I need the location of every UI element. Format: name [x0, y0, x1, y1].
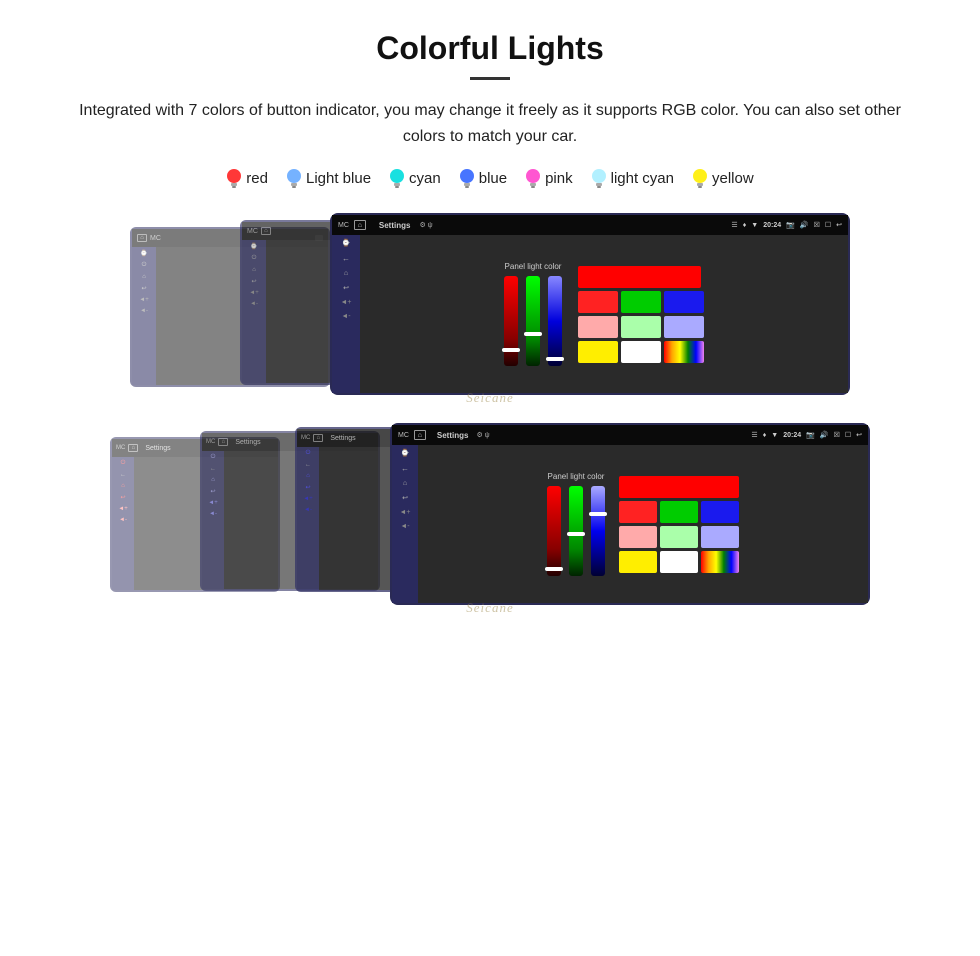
device-bottom-front: MC ⌂ Settings ⚙ ψ ☰ ♦ ▼ 20:24 📷 🔊 ☒ ☐: [390, 423, 870, 605]
color-item-yellow: yellow: [692, 167, 754, 189]
color-label-lightcyan: light cyan: [611, 170, 674, 187]
watermark-top: Seicane: [466, 390, 513, 406]
color-label-lightblue: Light blue: [306, 170, 371, 187]
color-label-cyan: cyan: [409, 170, 441, 187]
watermark-bottom: Seicane: [466, 600, 513, 616]
color-item-blue: blue: [459, 167, 507, 189]
page-description: Integrated with 7 colors of button indic…: [60, 98, 920, 149]
color-label-yellow: yellow: [712, 170, 754, 187]
page-title: Colorful Lights: [40, 30, 940, 67]
title-divider: [470, 77, 510, 80]
color-item-lightcyan: light cyan: [591, 167, 674, 189]
page-container: Colorful Lights Integrated with 7 colors…: [0, 0, 980, 638]
bulb-icon-blue: [459, 167, 475, 189]
device-front-top: MC ⌂ Settings ⚙ ψ ☰ ♦ ▼ 20:24 📷 🔊 ☒ ☐: [330, 213, 850, 395]
bottom-device-group: MC ⌂ Settings ⏻ ← ⌂ ↩ ◄+ ◄-: [110, 423, 870, 618]
bulb-icon-lightblue: [286, 167, 302, 189]
color-label-blue: blue: [479, 170, 507, 187]
color-item-lightblue: Light blue: [286, 167, 371, 189]
bulb-icon-lightcyan: [591, 167, 607, 189]
bulb-icon-red: [226, 167, 242, 189]
color-label-pink: pink: [545, 170, 573, 187]
color-item-red: red: [226, 167, 268, 189]
images-container: ⌂ MC ⌚ ⏻ ⌂ ↩ ◄+ ◄-: [40, 213, 940, 618]
color-label-red: red: [246, 170, 268, 187]
top-device-group: ⌂ MC ⌚ ⏻ ⌂ ↩ ◄+ ◄-: [110, 213, 870, 408]
color-item-pink: pink: [525, 167, 573, 189]
color-legend: red Light blue cyan: [40, 167, 940, 189]
bulb-icon-pink: [525, 167, 541, 189]
bulb-icon-cyan: [389, 167, 405, 189]
color-item-cyan: cyan: [389, 167, 441, 189]
bulb-icon-yellow: [692, 167, 708, 189]
